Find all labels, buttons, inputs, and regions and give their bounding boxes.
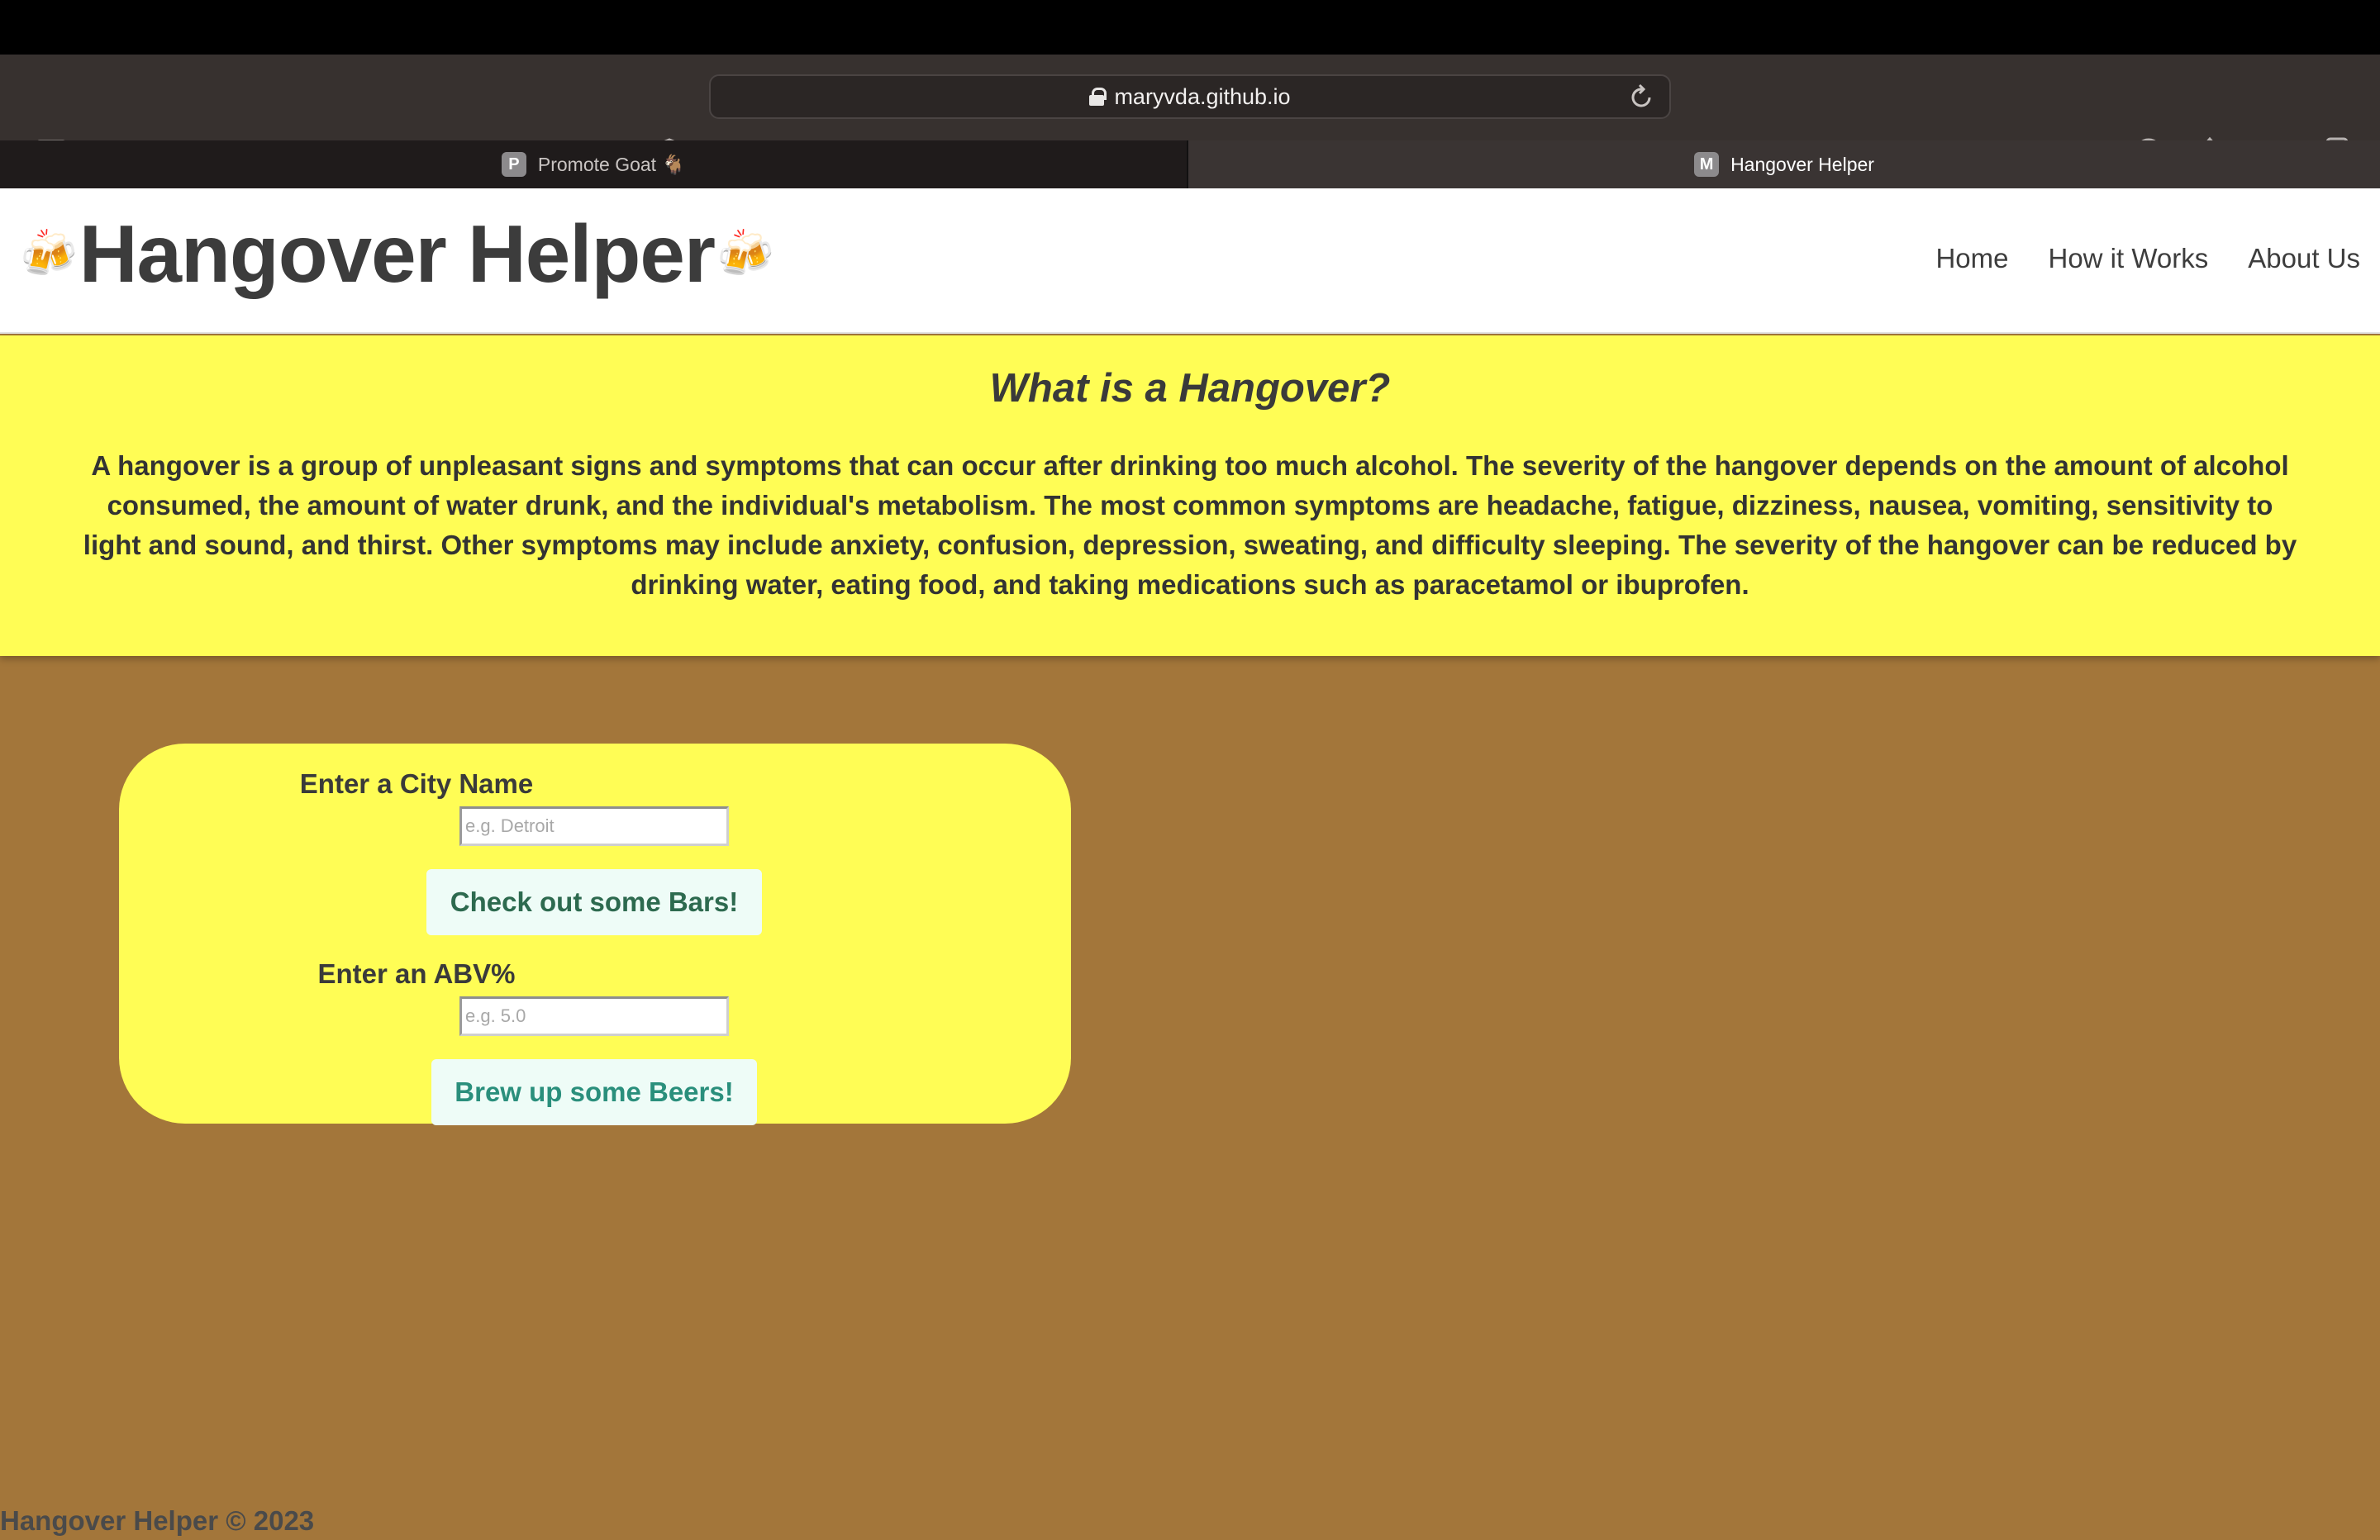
url-text: maryvda.github.io — [1114, 83, 1291, 109]
info-body: A hangover is a group of unpleasant sign… — [83, 450, 2297, 600]
nav-about-us[interactable]: About Us — [2248, 243, 2360, 274]
site-header: 🍻 Hangover Helper 🍻 Home How it Works Ab… — [0, 188, 2380, 334]
info-heading: What is a Hangover? — [989, 366, 1391, 411]
tab-strip: P Promote Goat 🐐 M Hangover Helper — [0, 140, 2380, 188]
nav-home[interactable]: Home — [1935, 243, 2008, 274]
site-title: Hangover Helper — [79, 208, 716, 299]
abv-label: Enter an ABV% — [317, 958, 516, 989]
reload-icon[interactable] — [1630, 83, 1654, 115]
tab-favicon: M — [1694, 152, 1720, 177]
footer-text: Hangover Helper © 2023 — [0, 1505, 315, 1536]
nav-how-it-works[interactable]: How it Works — [2049, 243, 2209, 274]
tab-title: Promote Goat 🐐 — [537, 153, 686, 175]
tab-hangover-helper[interactable]: M Hangover Helper — [1188, 140, 2380, 188]
tab-promote-goat[interactable]: P Promote Goat 🐐 — [0, 140, 1188, 188]
menu-bar-strip — [0, 0, 2380, 55]
lock-icon — [1089, 88, 1107, 106]
city-input[interactable] — [459, 806, 729, 846]
tab-title: Hangover Helper — [1730, 153, 1874, 175]
check-bars-button[interactable]: Check out some Bars! — [426, 869, 762, 935]
abv-input[interactable] — [459, 996, 729, 1036]
search-card: Enter a City Name Check out some Bars! E… — [119, 744, 1071, 1125]
city-label: Enter a City Name — [299, 768, 534, 799]
brew-beers-button[interactable]: Brew up some Beers! — [431, 1059, 757, 1125]
hangover-info-section: What is a Hangover? A hangover is a grou… — [0, 335, 2380, 656]
main-nav: Home How it Works About Us — [1935, 243, 2360, 274]
beer-mugs-icon: 🍻 — [716, 227, 774, 279]
site-logo[interactable]: 🍻 Hangover Helper 🍻 — [20, 213, 774, 294]
beer-mugs-icon: 🍻 — [20, 227, 78, 279]
address-bar[interactable]: maryvda.github.io — [709, 74, 1671, 119]
tab-favicon: P — [501, 152, 526, 177]
